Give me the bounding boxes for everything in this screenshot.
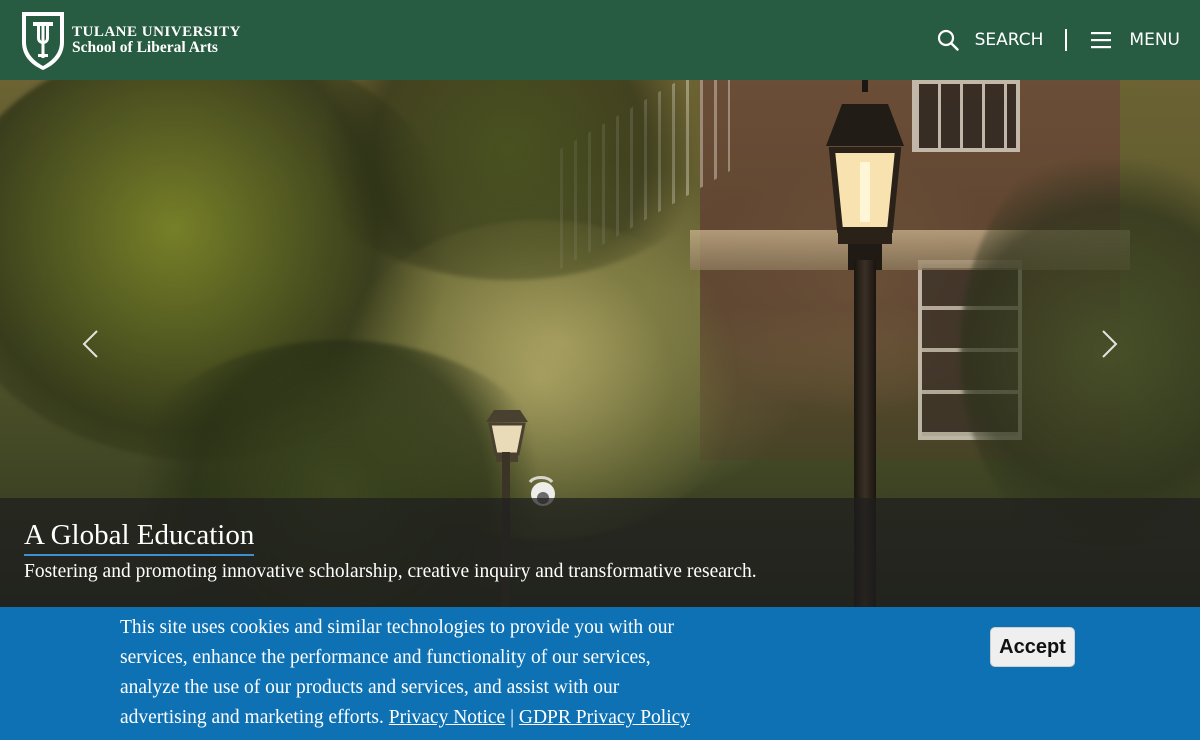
hero-caption: A Global Education Fostering and promoti…: [0, 498, 1200, 610]
header-divider: [1065, 29, 1068, 51]
privacy-notice-link[interactable]: Privacy Notice: [389, 707, 505, 728]
tulane-shield-icon: [22, 12, 64, 70]
menu-label: MENU: [1129, 30, 1180, 50]
menu-button[interactable]: MENU: [1091, 30, 1180, 50]
hamburger-menu-icon: [1091, 32, 1112, 49]
logo-link[interactable]: TULANE UNIVERSITY School of Liberal Arts: [20, 8, 241, 72]
street-lamp-icon: [826, 80, 904, 270]
hero-carousel: A Global Education Fostering and promoti…: [0, 80, 1200, 610]
hero-title: A Global Education: [24, 518, 255, 556]
site-header: TULANE UNIVERSITY School of Liberal Arts…: [0, 0, 1200, 80]
gdpr-policy-link[interactable]: GDPR Privacy Policy: [519, 707, 690, 728]
search-button[interactable]: SEARCH: [937, 29, 1044, 51]
search-icon: [937, 29, 959, 51]
header-actions: SEARCH MENU: [937, 0, 1180, 80]
carousel-prev-button[interactable]: [80, 328, 102, 360]
accept-cookies-button[interactable]: Accept: [990, 627, 1075, 667]
cookie-banner: This site uses cookies and similar techn…: [0, 607, 1200, 740]
hero-subtitle: Fostering and promoting innovative schol…: [24, 561, 757, 582]
link-separator: |: [510, 707, 514, 728]
hero-photo-window: [912, 80, 1020, 152]
logo-wordmark: TULANE UNIVERSITY School of Liberal Arts: [72, 24, 241, 56]
cookie-message: This site uses cookies and similar techn…: [120, 613, 700, 733]
logo-university-name: TULANE UNIVERSITY: [72, 24, 241, 40]
logo-school-name: School of Liberal Arts: [72, 39, 218, 56]
carousel-next-button[interactable]: [1098, 328, 1120, 360]
search-label: SEARCH: [974, 30, 1044, 50]
